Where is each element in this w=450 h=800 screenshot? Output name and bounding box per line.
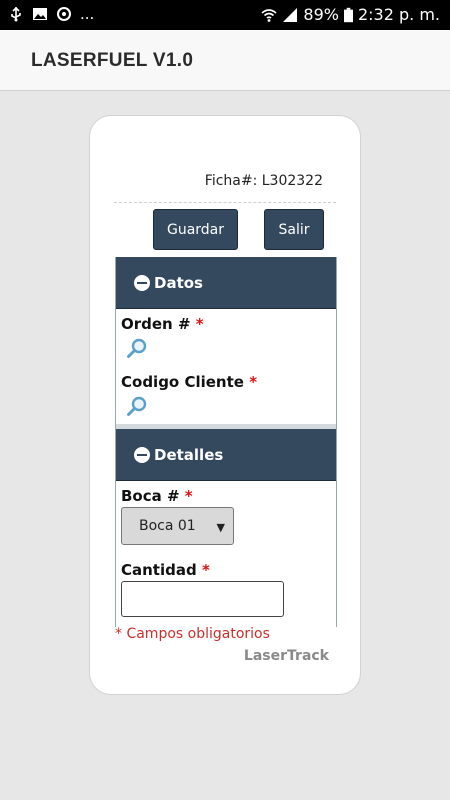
- detalles-title: Detalles: [154, 445, 224, 464]
- boca-selected-value: Boca 01: [139, 518, 196, 534]
- form-scroll-area[interactable]: Datos Orden # * Codigo Cliente * Detalle…: [115, 257, 337, 627]
- sync-icon: [57, 7, 71, 21]
- boca-label: Boca # *: [121, 487, 193, 505]
- status-more: ...: [80, 5, 95, 23]
- app-bar: LASERFUEL V1.0: [0, 30, 450, 91]
- collapse-icon: [134, 274, 150, 291]
- orden-label: Orden # *: [121, 315, 204, 333]
- required-marker: *: [201, 561, 210, 579]
- status-left: ...: [8, 5, 94, 23]
- divider: [114, 202, 336, 203]
- status-bar: ... 89% 2:32 p. m.: [0, 0, 450, 30]
- required-marker: *: [249, 373, 258, 391]
- codigo-cliente-label-text: Codigo Cliente: [121, 373, 244, 391]
- datos-section-header[interactable]: Datos: [116, 257, 336, 309]
- dropdown-arrow-icon: ▼: [216, 521, 225, 534]
- required-marker: *: [195, 315, 204, 333]
- search-icon[interactable]: [126, 337, 148, 359]
- wifi-icon: [261, 8, 277, 22]
- datos-title: Datos: [154, 273, 203, 292]
- cantidad-input[interactable]: [121, 581, 284, 617]
- form-card: Ficha#: L302322 Guardar Salir Datos Orde…: [89, 115, 361, 695]
- usb-icon: [11, 6, 21, 22]
- orden-label-text: Orden #: [121, 315, 191, 333]
- codigo-cliente-label: Codigo Cliente *: [121, 373, 257, 391]
- app-title: LASERFUEL V1.0: [31, 50, 194, 71]
- status-time: 2:32 p. m.: [357, 5, 440, 24]
- boca-select[interactable]: Boca 01 ▼: [121, 507, 234, 545]
- battery-icon: [343, 7, 353, 22]
- image-icon: [33, 8, 47, 20]
- required-marker: *: [184, 487, 193, 505]
- cantidad-label-text: Cantidad: [121, 561, 197, 579]
- signal-icon: [283, 7, 298, 22]
- required-note: * Campos obligatorios: [115, 626, 270, 642]
- salir-button[interactable]: Salir: [264, 209, 324, 250]
- status-right: 89% 2:32 p. m.: [261, 5, 440, 24]
- battery-percent: 89%: [303, 5, 339, 24]
- brand-logo: LaserTrack: [243, 648, 329, 664]
- cantidad-label: Cantidad *: [121, 561, 210, 579]
- detalles-section-header[interactable]: Detalles: [116, 429, 336, 481]
- guardar-button[interactable]: Guardar: [153, 209, 238, 250]
- search-icon[interactable]: [126, 395, 148, 417]
- boca-label-text: Boca #: [121, 487, 180, 505]
- collapse-icon: [134, 446, 150, 463]
- ficha-label: Ficha#: L302322: [204, 173, 323, 189]
